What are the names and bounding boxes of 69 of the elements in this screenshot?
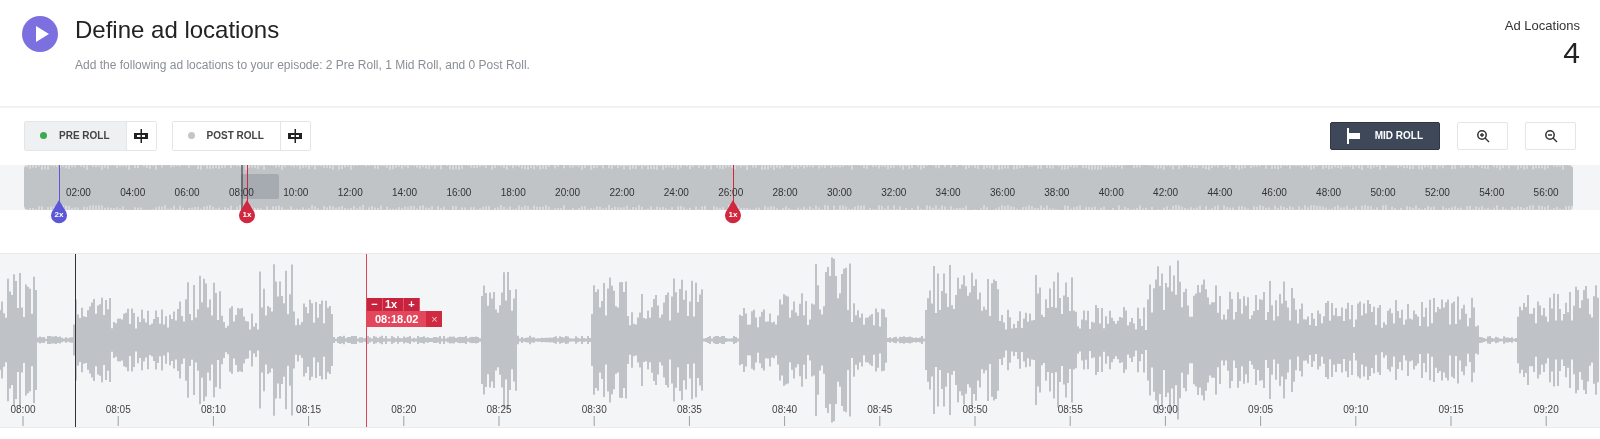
time-label: 04:00 (120, 187, 146, 198)
roll-tab[interactable]: PRE ROLL (25, 121, 126, 150)
time-label: 08:50 (962, 404, 988, 415)
time-label: 16:00 (446, 187, 472, 198)
counter-value: 4 (1562, 36, 1580, 70)
time-label: 09:20 (1533, 404, 1559, 415)
marker-count: 2x (53, 210, 65, 219)
time-label: 18:00 (500, 187, 526, 198)
time-label: 09:15 (1438, 404, 1464, 415)
time-label: 08:05 (105, 404, 131, 415)
flag-icon (133, 128, 150, 143)
mid-roll-button[interactable]: MID ROLL (1329, 121, 1440, 150)
time-label: 34:00 (935, 187, 961, 198)
time-label: 40:00 (1098, 187, 1124, 198)
time-label: 12:00 (337, 187, 363, 198)
play-icon[interactable] (22, 16, 58, 52)
marker-count: 1x (241, 210, 253, 219)
time-label: 56:00 (1533, 187, 1559, 198)
time-label: 52:00 (1424, 187, 1450, 198)
time-label: 08:10 (200, 404, 226, 415)
time-label: 08:55 (1057, 404, 1083, 415)
time-label: 32:00 (881, 187, 907, 198)
page-title: Define ad locations (75, 16, 281, 44)
time-label: 24:00 (663, 187, 689, 198)
time-label: 08:40 (772, 404, 798, 415)
snap-button[interactable] (125, 121, 156, 150)
time-label: 08:25 (486, 404, 512, 415)
zoom-out-button[interactable] (1525, 121, 1576, 150)
time-label: 30:00 (826, 187, 852, 198)
time-label: 20:00 (555, 187, 581, 198)
marker-time: 08:18.02 (367, 311, 427, 327)
time-label: 50:00 (1370, 187, 1396, 198)
time-label: 08:00 (10, 404, 36, 415)
instructions-text: Add the following ad locations to your episode: 2 Pre Roll, 1 Mid Roll, and 0 Post Roll. (75, 58, 531, 72)
time-label: 44:00 (1207, 187, 1233, 198)
time-label: 08:30 (581, 404, 607, 415)
marker-pin[interactable] (238, 200, 256, 226)
zoom-out-icon (1543, 128, 1558, 143)
time-label: 36:00 (990, 187, 1015, 198)
time-label: 46:00 (1261, 187, 1287, 198)
zoom-in-button[interactable] (1457, 121, 1508, 150)
zoom-in-icon (1475, 128, 1490, 143)
time-label: 09:00 (1152, 404, 1178, 415)
time-label: 08:45 (867, 404, 893, 415)
time-label: 38:00 (1044, 187, 1070, 198)
time-label: 14:00 (392, 187, 417, 198)
time-label: 42:00 (1153, 187, 1179, 198)
marker-pin[interactable] (50, 200, 68, 226)
decrease-button[interactable]: − (367, 298, 383, 311)
time-label: 09:05 (1248, 404, 1274, 415)
flag-icon (287, 128, 304, 143)
marker-pin[interactable] (724, 200, 742, 226)
time-label: 08:35 (676, 404, 702, 415)
time-label: 06:00 (174, 187, 200, 198)
time-label: 02:00 (65, 187, 91, 198)
time-label: 28:00 (772, 187, 798, 198)
time-label: 08:15 (296, 404, 322, 415)
flag-icon (1344, 127, 1361, 144)
time-label: 10:00 (283, 187, 309, 198)
time-label: 48:00 (1316, 187, 1342, 198)
time-label: 22:00 (609, 187, 635, 198)
marker-count: 1x (727, 210, 739, 219)
counter-label: Ad Locations (1504, 18, 1580, 33)
marker-count: 1x (383, 298, 404, 311)
snap-button[interactable] (279, 121, 310, 150)
time-label: 09:10 (1343, 404, 1369, 415)
increase-button[interactable]: + (404, 298, 420, 311)
time-label: 54:00 (1479, 187, 1505, 198)
time-label: 08:20 (391, 404, 417, 415)
